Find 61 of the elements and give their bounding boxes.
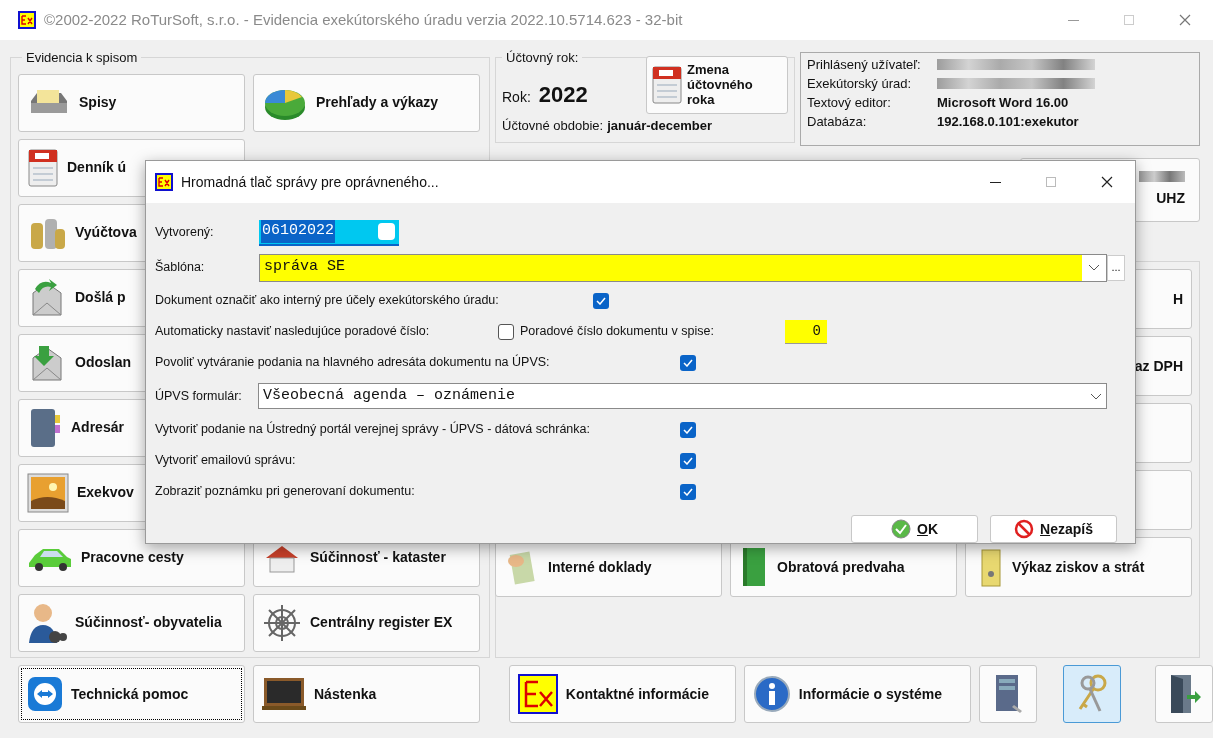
toggle-icon — [378, 223, 395, 240]
menu-button[interactable]: Prehľady a výkazy — [253, 73, 480, 132]
checkbox[interactable] — [680, 452, 696, 469]
toolbar-button[interactable] — [978, 665, 1037, 723]
toolbar-button[interactable] — [1155, 665, 1213, 723]
checkbox[interactable] — [498, 323, 514, 340]
form-dropdown[interactable]: Všeobecná agenda – oznámenie — [258, 383, 1107, 409]
info-value: Microsoft Word 16.00 — [937, 93, 1069, 112]
calendar-check-icon — [651, 64, 683, 105]
field-label: Vytvorený: — [155, 224, 215, 242]
dialog-button[interactable]: OK — [851, 515, 978, 543]
menu-button[interactable]: Informácie o systéme — [743, 665, 971, 723]
number-field[interactable]: 0 — [785, 319, 827, 344]
menu-button[interactable]: Spisy — [18, 73, 245, 132]
checkbox[interactable] — [680, 354, 696, 371]
option-label: Poradové číslo dokumentu v spise: — [520, 323, 715, 341]
group-title: Evidencia k spisom — [25, 49, 139, 67]
menu-button[interactable]: Výkaz ziskov a strát — [965, 537, 1192, 597]
window-title: ©2002-2022 RoTurSoft, s.r.o. - Evidencia exekútorského úradu verzia 2022.10.5714.623 - 32-bit — [44, 9, 683, 30]
year-label: Rok: — [502, 88, 531, 107]
year-value: 2022 — [538, 81, 588, 109]
date-field[interactable]: 06102022 — [259, 219, 399, 246]
check-circle-icon — [891, 519, 911, 539]
menu-button[interactable]: Technická pomoc — [18, 665, 245, 723]
spider-web-icon — [262, 602, 302, 643]
change-year-button[interactable]: Zmena účtovného roka — [646, 55, 788, 114]
prohibited-icon — [1014, 519, 1035, 539]
check-icon — [683, 487, 693, 496]
menu-button[interactable]: Kontaktné informácie — [508, 665, 736, 723]
info-icon — [752, 675, 791, 713]
two-arrows-icon — [27, 676, 63, 712]
menu-button[interactable]: Nástenka — [253, 665, 480, 723]
info-label: Prihlásený užívateľ: — [807, 55, 922, 74]
app-logo-icon — [155, 173, 173, 191]
chevron-down-icon — [1090, 392, 1102, 400]
group-title: Účtovný rok: — [505, 49, 580, 67]
app-logo-icon — [18, 11, 36, 29]
period-label: Účtovné obdobie: — [502, 116, 604, 135]
info-label: Exekútorský úrad: — [807, 74, 913, 93]
info-label: Databáza: — [807, 112, 868, 131]
info-label: Textový editor: — [807, 93, 892, 112]
ex-logo-icon — [517, 674, 558, 714]
chevron-down-icon — [1088, 264, 1100, 271]
checkbox[interactable] — [593, 292, 609, 309]
calendar-icon — [27, 147, 59, 188]
menu-button[interactable]: Súčinnosť- obyvatelia — [18, 593, 245, 652]
menu-button[interactable]: Centrálny register EX — [253, 593, 480, 652]
browse-button[interactable]: ... — [1107, 254, 1125, 281]
check-icon — [683, 456, 693, 465]
dialog-button[interactable]: Nezapíš — [990, 515, 1117, 543]
landscape-picture-icon — [27, 472, 69, 513]
redacted-value — [1139, 171, 1185, 182]
check-icon — [596, 296, 606, 305]
blackboard-icon — [262, 676, 306, 712]
template-dropdown[interactable]: správa SE — [259, 253, 1107, 282]
period-value: január-december — [607, 116, 712, 135]
checkbox[interactable] — [680, 483, 696, 500]
check-icon — [683, 358, 693, 367]
check-icon — [683, 425, 693, 434]
checkbox[interactable] — [680, 421, 696, 438]
info-value: 192.168.0.101:exekutor — [937, 112, 1079, 131]
